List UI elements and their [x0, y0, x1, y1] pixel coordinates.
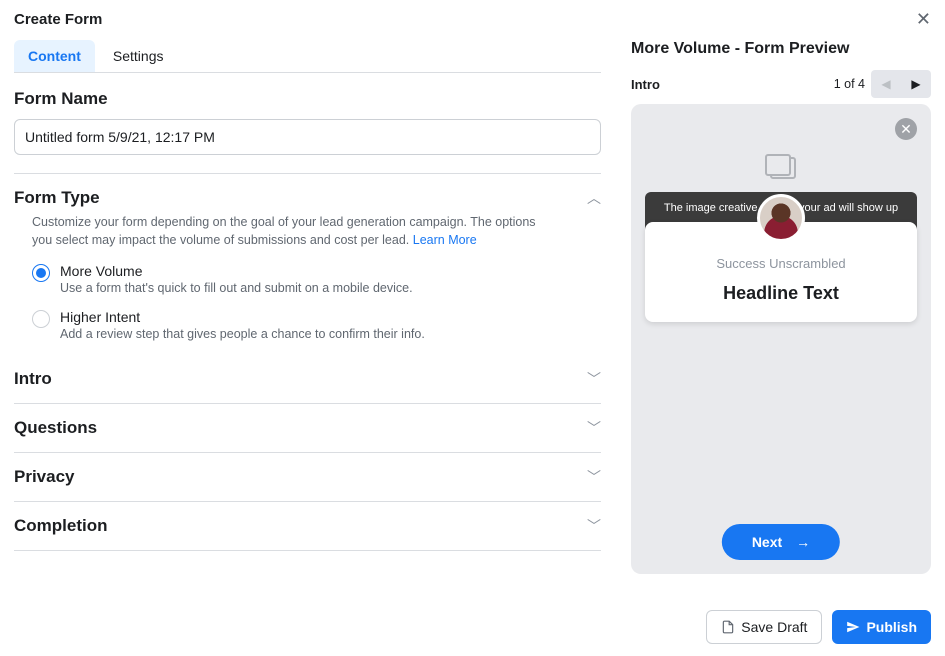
section-privacy[interactable]: Privacy ﹀	[14, 453, 601, 502]
preview-next-label: Next	[752, 534, 782, 550]
chevron-up-icon[interactable]: ︿	[587, 188, 601, 208]
preview-next-button[interactable]: ▶	[901, 70, 931, 98]
radio-more-volume-label: More Volume	[60, 263, 413, 279]
section-completion-label: Completion	[14, 516, 108, 536]
form-type-title: Form Type	[14, 188, 100, 208]
section-questions[interactable]: Questions ﹀	[14, 404, 601, 453]
page-title: Create Form	[14, 11, 102, 28]
avatar	[757, 194, 805, 242]
save-draft-label: Save Draft	[741, 619, 807, 635]
send-icon	[846, 620, 860, 634]
preview-counter: 1 of 4	[834, 77, 865, 91]
preview-title: More Volume - Form Preview	[631, 40, 931, 58]
preview-next-cta[interactable]: Next →	[722, 524, 840, 560]
publish-button[interactable]: Publish	[832, 610, 931, 644]
tabs: Content Settings	[14, 40, 601, 73]
chevron-down-icon: ﹀	[587, 516, 601, 536]
tab-content[interactable]: Content	[14, 40, 95, 72]
preview-brand: Success Unscrambled	[655, 256, 907, 271]
preview-close-icon[interactable]: ✕	[895, 118, 917, 140]
section-completion[interactable]: Completion ﹀	[14, 502, 601, 551]
radio-more-volume[interactable]	[32, 264, 50, 282]
radio-higher-intent[interactable]	[32, 310, 50, 328]
chevron-down-icon: ﹀	[587, 418, 601, 438]
document-icon	[721, 620, 735, 634]
preview-card: Success Unscrambled Headline Text	[645, 222, 917, 322]
publish-label: Publish	[866, 619, 917, 635]
chevron-down-icon: ﹀	[587, 369, 601, 389]
image-placeholder-icon	[765, 154, 797, 180]
tab-settings[interactable]: Settings	[99, 40, 178, 72]
divider	[14, 173, 601, 174]
form-type-description: Customize your form depending on the goa…	[32, 214, 552, 249]
form-name-label: Form Name	[14, 89, 601, 109]
chevron-down-icon: ﹀	[587, 467, 601, 487]
section-intro[interactable]: Intro ﹀	[14, 355, 601, 404]
section-questions-label: Questions	[14, 418, 97, 438]
preview-step-label: Intro	[631, 77, 660, 92]
arrow-right-icon: →	[796, 534, 810, 550]
radio-more-volume-sub: Use a form that's quick to fill out and …	[60, 281, 413, 295]
preview-prev-button[interactable]: ◀	[871, 70, 901, 98]
radio-higher-intent-sub: Add a review step that gives people a ch…	[60, 327, 425, 341]
section-privacy-label: Privacy	[14, 467, 75, 487]
form-name-input[interactable]	[14, 119, 601, 155]
section-intro-label: Intro	[14, 369, 52, 389]
preview-headline: Headline Text	[655, 283, 907, 304]
radio-higher-intent-label: Higher Intent	[60, 309, 425, 325]
save-draft-button[interactable]: Save Draft	[706, 610, 822, 644]
learn-more-link[interactable]: Learn More	[413, 233, 477, 247]
close-icon[interactable]: ✕	[916, 10, 931, 28]
form-preview: ✕ The image creative used in your ad wil…	[631, 104, 931, 574]
